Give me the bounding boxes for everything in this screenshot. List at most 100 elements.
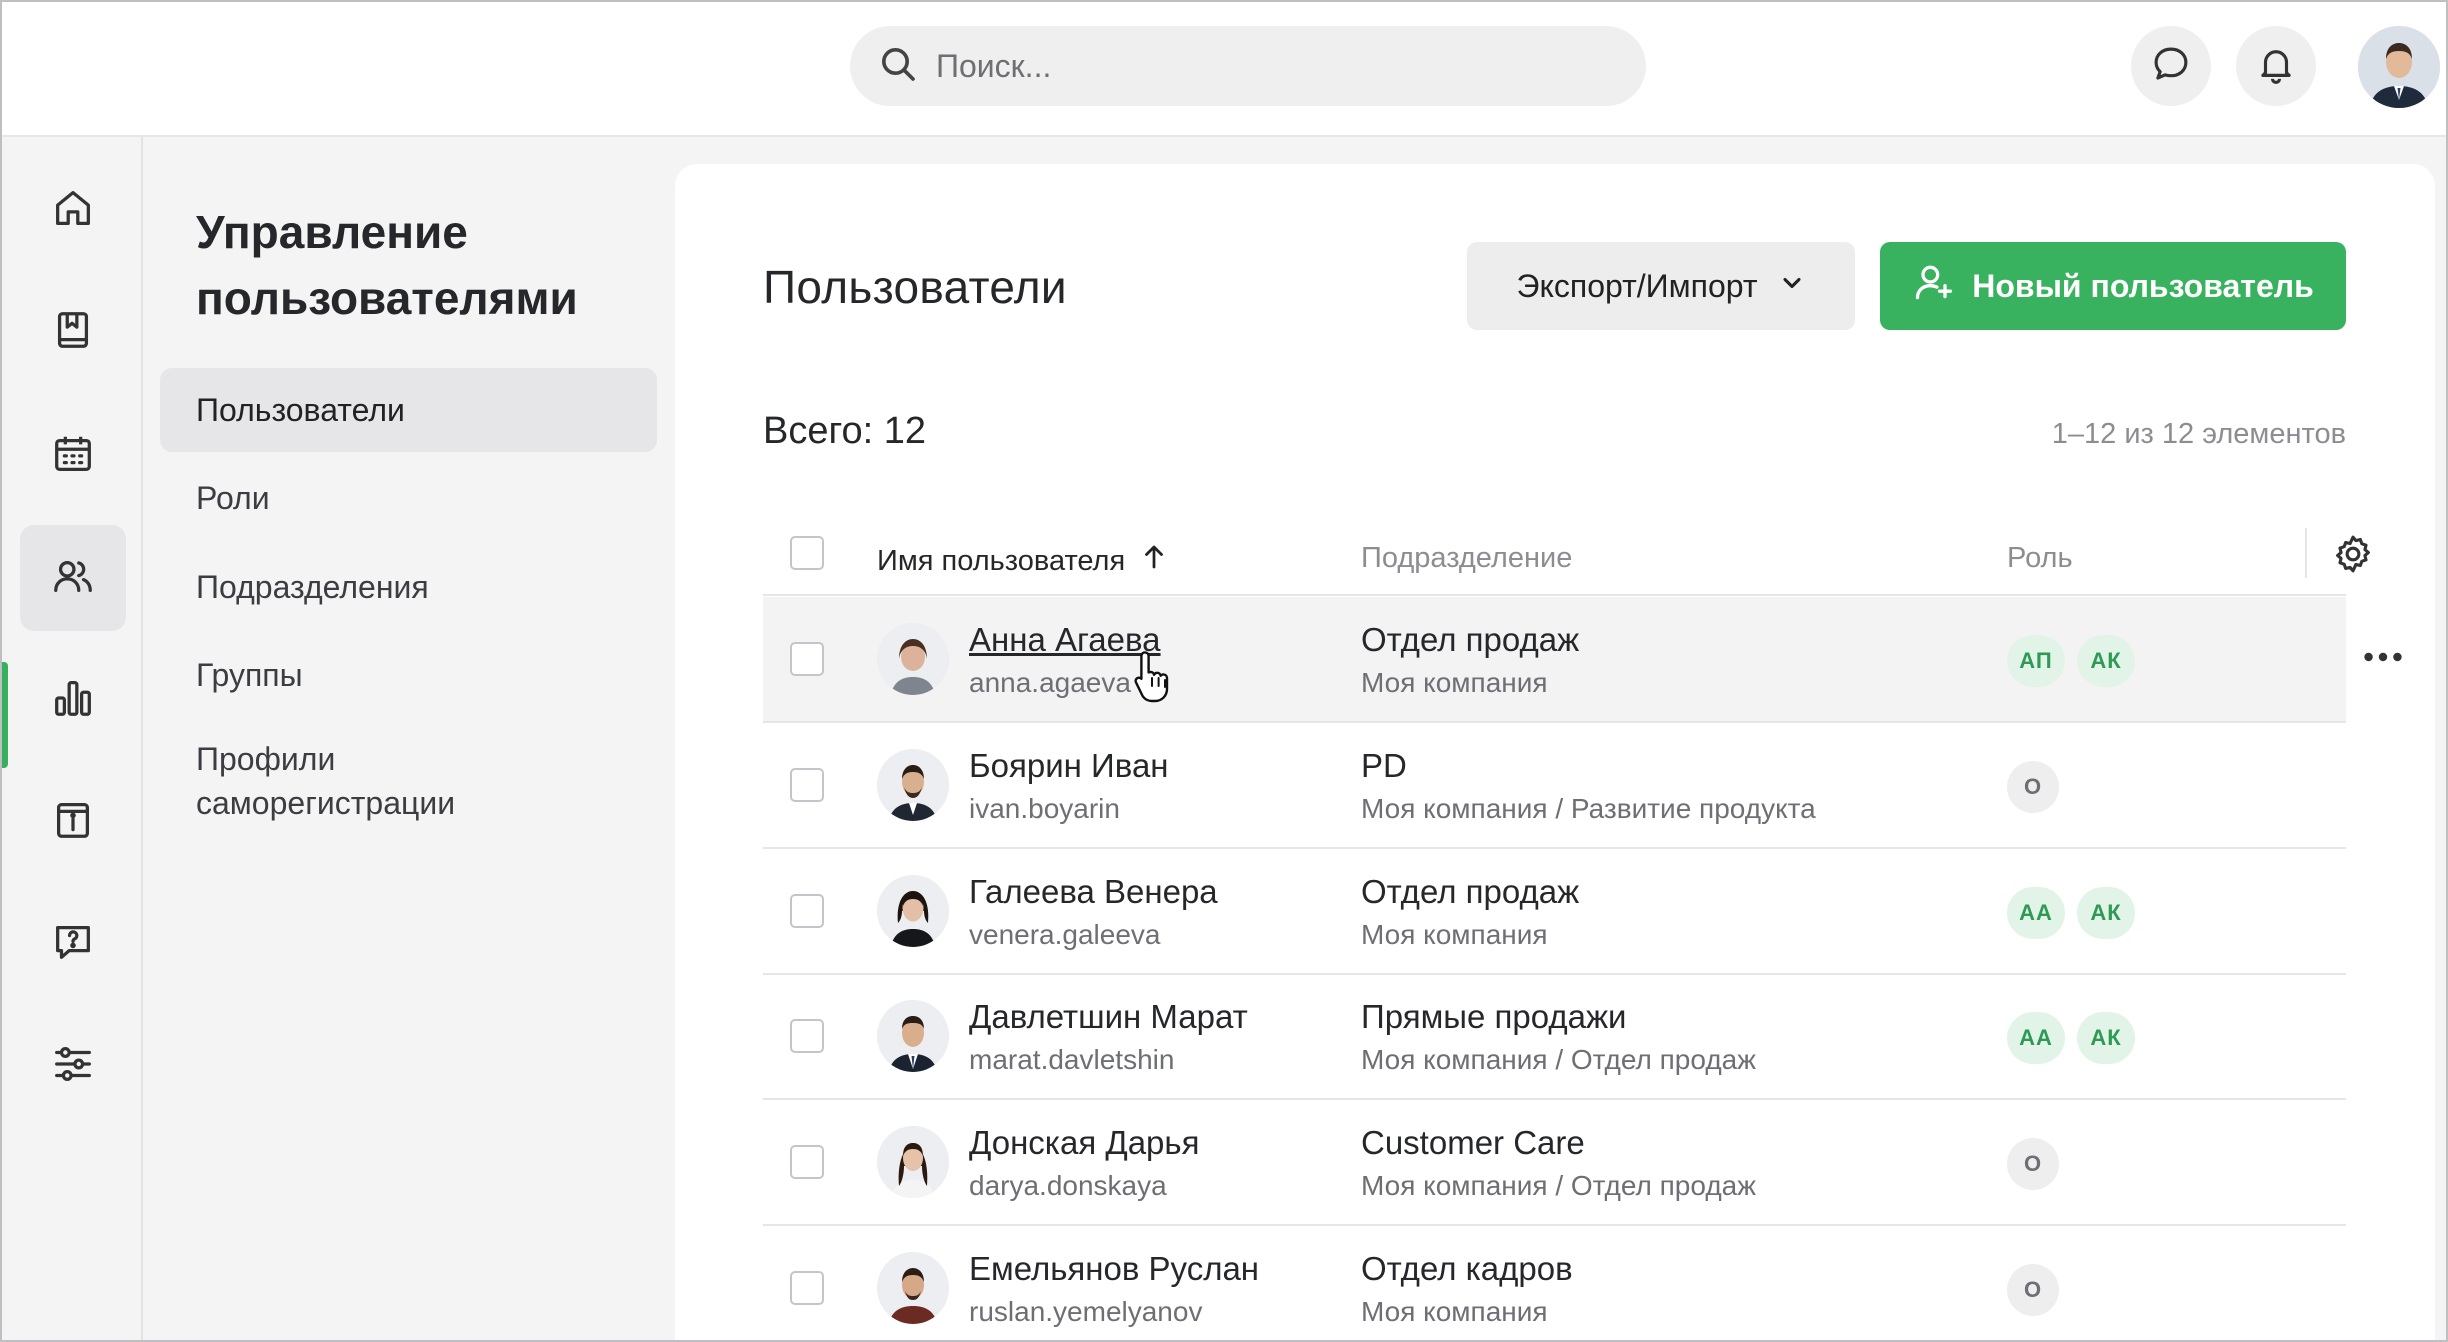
role-badges: О <box>2007 1138 2059 1190</box>
nav-item-label: Роли <box>196 479 270 516</box>
nav-item-self-registration[interactable]: Профили саморегистрации <box>160 727 580 837</box>
avatar <box>877 1126 949 1198</box>
row-checkbox[interactable] <box>790 1019 824 1053</box>
role-badge: АК <box>2077 887 2135 939</box>
role-badges: АА АК <box>2007 887 2135 939</box>
rail-knowledge[interactable] <box>20 279 126 385</box>
export-import-button[interactable]: Экспорт/Импорт <box>1467 242 1855 330</box>
role-badges: О <box>2007 761 2059 813</box>
table-row[interactable]: Анна Агаева anna.agaeva Отдел продаж Моя… <box>763 597 2402 723</box>
rail-settings[interactable] <box>20 1013 126 1119</box>
avatar <box>877 1000 949 1072</box>
nav-item-label: Группы <box>196 656 303 693</box>
info-icon <box>50 797 96 848</box>
row-checkbox[interactable] <box>790 642 824 676</box>
table-row[interactable]: Давлетшин Марат marat.davletshin Прямые … <box>763 974 2346 1100</box>
department-path: Моя компания / Развитие продукта <box>1361 793 1816 824</box>
department-name: Customer Care <box>1361 1124 1585 1161</box>
role-badge: АК <box>2077 1012 2135 1064</box>
help-icon <box>50 919 96 970</box>
column-header-name[interactable]: Имя пользователя <box>877 542 1169 580</box>
rail-analytics[interactable] <box>20 647 126 753</box>
role-badge: АП <box>2007 635 2065 687</box>
calendar-icon <box>50 431 96 482</box>
add-user-icon <box>1912 260 1972 312</box>
user-avatar[interactable] <box>2358 26 2440 108</box>
users-icon <box>50 553 96 604</box>
row-checkbox[interactable] <box>790 1271 824 1305</box>
table-row[interactable]: Донская Дарья darya.donskaya Customer Ca… <box>763 1100 2346 1226</box>
row-checkbox[interactable] <box>790 894 824 928</box>
rail-calendar[interactable] <box>20 403 126 509</box>
notifications-button[interactable] <box>2236 26 2316 106</box>
chat-bubble-icon <box>2150 43 2192 90</box>
total-count: Всего: 12 <box>763 410 927 452</box>
department-path: Моя компания <box>1361 667 1548 698</box>
role-badge: АК <box>2077 635 2135 687</box>
department-path: Моя компания / Отдел продаж <box>1361 1044 1756 1075</box>
user-login: ruslan.yemelyanov <box>969 1296 1203 1327</box>
user-login: venera.galeeva <box>969 919 1161 950</box>
nav-item-label: Пользователи <box>196 391 405 428</box>
rail-info[interactable] <box>20 769 126 875</box>
rail-home[interactable] <box>20 157 126 263</box>
user-name-link[interactable]: Анна Агаева <box>969 621 1161 659</box>
user-name-link[interactable]: Донская Дарья <box>969 1124 1199 1162</box>
nav-item-departments[interactable]: Подразделения <box>160 545 657 629</box>
user-name-link[interactable]: Галеева Венера <box>969 873 1218 911</box>
role-badges: АП АК <box>2007 635 2135 687</box>
nav-item-label: Профили саморегистрации <box>196 741 456 821</box>
nav-item-label: Подразделения <box>196 568 429 605</box>
section-title: Управление пользователями <box>196 206 578 324</box>
nav-item-groups[interactable]: Группы <box>160 633 657 717</box>
row-actions-button[interactable] <box>2353 641 2413 677</box>
role-badges: О <box>2007 1264 2059 1316</box>
role-badge: АА <box>2007 1012 2065 1064</box>
new-user-button[interactable]: Новый пользователь <box>1880 242 2346 330</box>
more-horizontal-icon <box>2363 650 2403 668</box>
row-checkbox[interactable] <box>790 1145 824 1179</box>
gear-icon[interactable] <box>2331 532 2375 576</box>
select-all-checkbox[interactable] <box>790 536 824 570</box>
role-badge: АА <box>2007 887 2065 939</box>
column-header-role[interactable]: Роль <box>2007 542 2073 575</box>
avatar <box>877 749 949 821</box>
user-name-link[interactable]: Давлетшин Марат <box>969 998 1248 1036</box>
table-row[interactable]: Галеева Венера venera.galeeva Отдел прод… <box>763 849 2346 975</box>
table-row[interactable]: Боярин Иван ivan.boyarin PD Моя компания… <box>763 723 2346 849</box>
page-title: Пользователи <box>763 261 1067 313</box>
secondary-nav: Управление пользователями Пользователи Р… <box>145 137 672 1342</box>
search-icon <box>878 44 918 89</box>
rail-users[interactable] <box>20 525 126 631</box>
bell-icon <box>2255 43 2297 90</box>
user-login: marat.davletshin <box>969 1044 1175 1075</box>
book-icon <box>50 307 96 358</box>
search-input[interactable] <box>936 47 1576 85</box>
user-name-link[interactable]: Боярин Иван <box>969 747 1169 785</box>
department-path: Моя компания <box>1361 919 1548 950</box>
settings-sliders-icon <box>50 1041 96 1092</box>
table-row[interactable]: Емельянов Руслан ruslan.yemelyanov Отдел… <box>763 1226 2346 1342</box>
main-card: Пользователи Экспорт/Импорт Новый пользо… <box>675 164 2435 1342</box>
search-box[interactable] <box>850 26 1646 106</box>
column-divider <box>2305 528 2307 578</box>
role-badge: О <box>2007 1138 2059 1190</box>
role-badge: О <box>2007 761 2059 813</box>
department-name: PD <box>1361 747 1407 784</box>
sort-arrow-up-icon <box>1125 542 1169 580</box>
row-checkbox[interactable] <box>790 768 824 802</box>
avatar <box>877 1252 949 1324</box>
nav-item-roles[interactable]: Роли <box>160 456 657 540</box>
department-path: Моя компания / Отдел продаж <box>1361 1170 1756 1201</box>
nav-item-users[interactable]: Пользователи <box>160 368 657 452</box>
user-name-link[interactable]: Емельянов Руслан <box>969 1250 1259 1288</box>
rail-help[interactable] <box>20 891 126 997</box>
pagination-range: 1–12 из 12 элементов <box>2051 418 2346 450</box>
column-header-department[interactable]: Подразделение <box>1361 542 1572 575</box>
department-name: Прямые продажи <box>1361 998 1627 1035</box>
chat-button[interactable] <box>2131 26 2211 106</box>
role-badges: АА АК <box>2007 1012 2135 1064</box>
table-header: Имя пользователя Подразделение Роль <box>763 528 2370 596</box>
department-name: Отдел кадров <box>1361 1250 1573 1287</box>
avatar <box>877 623 949 695</box>
